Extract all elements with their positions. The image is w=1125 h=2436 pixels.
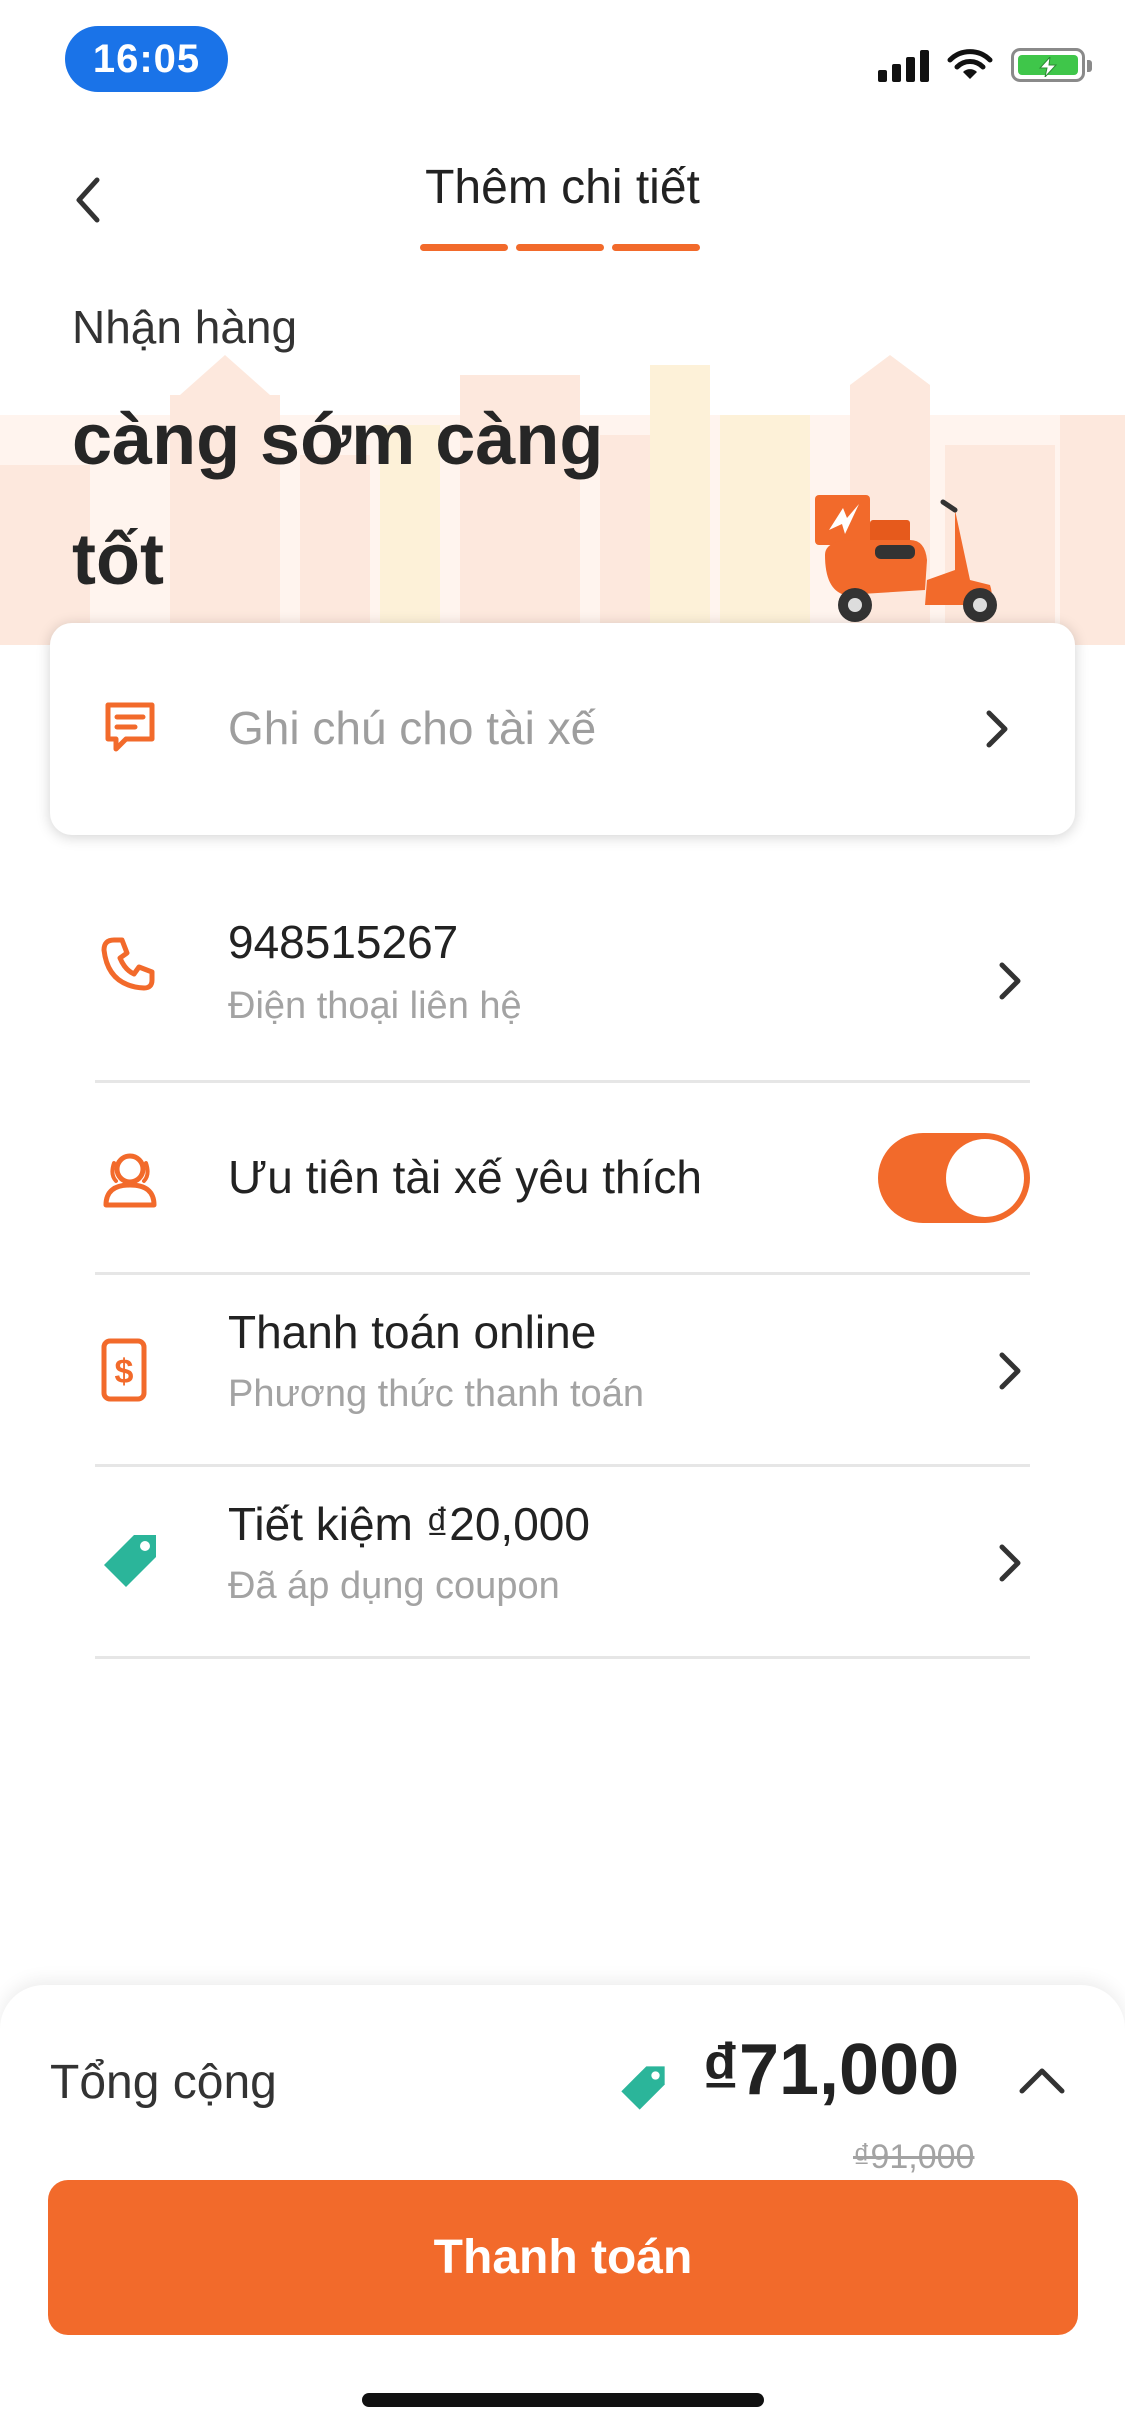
coupon-applied-label: Đã áp dụng coupon (228, 1565, 560, 1607)
progress-segment (516, 244, 604, 251)
hero-subtitle: Nhận hàng (72, 301, 298, 353)
payment-icon: $ (100, 1337, 150, 1408)
status-icons (878, 48, 1092, 82)
original-total: ₫91,000 (853, 2138, 975, 2176)
progress-segment (420, 244, 508, 251)
payment-method-label: Phương thức thanh toán (228, 1373, 644, 1415)
coupon-tag-icon (100, 1531, 160, 1596)
battery-icon (1011, 48, 1092, 82)
svg-text:$: $ (115, 1353, 134, 1391)
payment-method: Thanh toán online (228, 1306, 597, 1358)
home-indicator (362, 2393, 764, 2407)
total-label: Tổng cộng (50, 2056, 277, 2109)
total-amount: ₫71,000 (702, 2030, 960, 2110)
contact-phone-number: 948515267 (228, 916, 459, 968)
phone-icon (100, 936, 156, 997)
note-icon (100, 697, 160, 762)
wifi-icon (947, 49, 993, 79)
chevron-right-icon (990, 961, 1030, 1001)
progress-segment (612, 244, 700, 251)
step-progress (420, 244, 700, 251)
chevron-right-icon (977, 709, 1017, 749)
caret-up-icon[interactable] (1018, 2065, 1066, 2095)
coupon-row[interactable]: Tiết kiệm ₫20,000 Đã áp dụng coupon (95, 1467, 1030, 1659)
driver-icon (100, 1149, 160, 1214)
contact-phone-row[interactable]: 948515267 Điện thoại liên hệ (95, 890, 1030, 1083)
favorite-driver-toggle[interactable] (878, 1133, 1030, 1223)
coupon-tag-icon (618, 2063, 668, 2118)
status-bar: 16:05 (0, 0, 1125, 120)
hero-banner: Nhận hàng càng sớm càng tốt (0, 300, 1125, 645)
payment-method-row[interactable]: $ Thanh toán online Phương thức thanh to… (95, 1275, 1030, 1467)
hero-title: càng sớm càng tốt (72, 400, 604, 600)
favorite-driver-row: Ưu tiên tài xế yêu thích (95, 1083, 1030, 1275)
toggle-knob (946, 1139, 1024, 1217)
chevron-right-icon (990, 1543, 1030, 1583)
coupon-savings: Tiết kiệm ₫20,000 (228, 1498, 590, 1550)
pay-button[interactable]: Thanh toán (48, 2180, 1078, 2335)
favorite-driver-label: Ưu tiên tài xế yêu thích (228, 1151, 702, 1203)
driver-note-card[interactable]: Ghi chú cho tài xế (50, 623, 1075, 835)
contact-phone-label: Điện thoại liên hệ (228, 985, 522, 1027)
checkout-bar: Tổng cộng ₫71,000 ₫91,000 Thanh toán (0, 1985, 1125, 2436)
header: Thêm chi tiết (0, 130, 1125, 270)
chevron-right-icon (990, 1351, 1030, 1391)
delivery-scooter-icon (815, 495, 997, 622)
status-time: 16:05 (65, 26, 228, 92)
page-title: Thêm chi tiết (425, 161, 700, 214)
signal-icon (878, 48, 929, 82)
driver-note-placeholder: Ghi chú cho tài xế (228, 702, 597, 754)
